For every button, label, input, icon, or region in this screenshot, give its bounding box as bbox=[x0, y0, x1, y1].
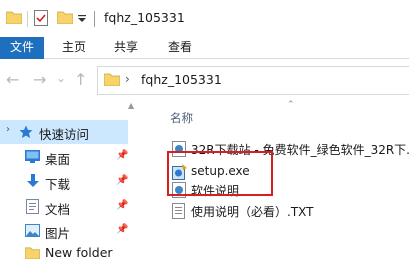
breadcrumb-current-folder[interactable]: fqhz_105331 bbox=[141, 72, 222, 87]
recent-locations-chevron-icon[interactable]: ⌄ bbox=[56, 70, 66, 86]
ribbon: 文件 主页 共享 查看 bbox=[0, 37, 409, 59]
tab-file[interactable]: 文件 bbox=[0, 37, 44, 59]
pin-icon[interactable]: 📌 bbox=[116, 175, 128, 186]
tab-home[interactable]: 主页 bbox=[52, 37, 96, 59]
sidebar-item-desktop[interactable]: 桌面 📌 bbox=[0, 145, 128, 169]
star-icon bbox=[19, 125, 33, 138]
sidebar-item-label: 文档 bbox=[45, 202, 71, 217]
toolbar-divider bbox=[27, 11, 28, 27]
text-file-icon bbox=[172, 203, 185, 219]
new-folder-icon[interactable] bbox=[57, 10, 73, 24]
title-divider bbox=[94, 11, 95, 27]
column-header-name[interactable]: 名称 bbox=[170, 110, 193, 126]
highlight-box bbox=[167, 151, 273, 196]
list-item[interactable]: 使用说明（必看）.TXT bbox=[170, 201, 409, 221]
properties-icon[interactable] bbox=[34, 10, 48, 26]
forward-arrow-icon[interactable]: → bbox=[33, 72, 46, 88]
breadcrumb-chevron-icon[interactable]: › bbox=[125, 72, 130, 86]
expand-chevron-icon[interactable]: › bbox=[6, 124, 10, 135]
sort-chevron-icon[interactable]: ⌃ bbox=[287, 100, 295, 110]
sidebar-item-downloads[interactable]: 下载 📌 bbox=[0, 170, 128, 194]
pin-icon[interactable]: 📌 bbox=[116, 224, 128, 235]
pictures-folder-icon bbox=[25, 224, 40, 237]
sidebar-item-label: 图片 bbox=[45, 226, 71, 241]
up-arrow-icon[interactable]: ↑ bbox=[74, 72, 87, 88]
sidebar-item-pictures[interactable]: 图片 📌 bbox=[0, 219, 128, 243]
sidebar-item-label: 快速访问 bbox=[39, 127, 90, 142]
folder-icon bbox=[104, 73, 120, 86]
sidebar-item-quick-access[interactable]: › 快速访问 bbox=[0, 120, 128, 144]
folder-icon bbox=[25, 247, 40, 259]
customize-toolbar-icon[interactable] bbox=[78, 15, 86, 23]
download-folder-icon bbox=[27, 174, 39, 187]
tab-share[interactable]: 共享 bbox=[104, 37, 148, 59]
pin-icon[interactable]: 📌 bbox=[116, 200, 128, 211]
desktop-folder-icon bbox=[25, 150, 40, 163]
tab-view[interactable]: 查看 bbox=[158, 37, 202, 59]
sidebar-item-label: 桌面 bbox=[45, 152, 71, 167]
file-name: 使用说明（必看）.TXT bbox=[191, 205, 314, 219]
title-bar: fqhz_105331 bbox=[0, 0, 409, 37]
scroll-up-icon[interactable]: ▲ bbox=[128, 101, 134, 110]
sidebar-item-label: New folder bbox=[45, 245, 113, 260]
window-title: fqhz_105331 bbox=[104, 10, 185, 25]
back-arrow-icon[interactable]: ← bbox=[6, 72, 19, 88]
folder-icon bbox=[6, 11, 22, 24]
sidebar-item-label: 下载 bbox=[45, 177, 71, 192]
sidebar-item-new-folder[interactable]: New folder bbox=[0, 241, 128, 263]
pin-icon[interactable]: 📌 bbox=[116, 150, 128, 161]
documents-folder-icon bbox=[26, 199, 39, 214]
sidebar-item-documents[interactable]: 文档 📌 bbox=[0, 195, 128, 219]
